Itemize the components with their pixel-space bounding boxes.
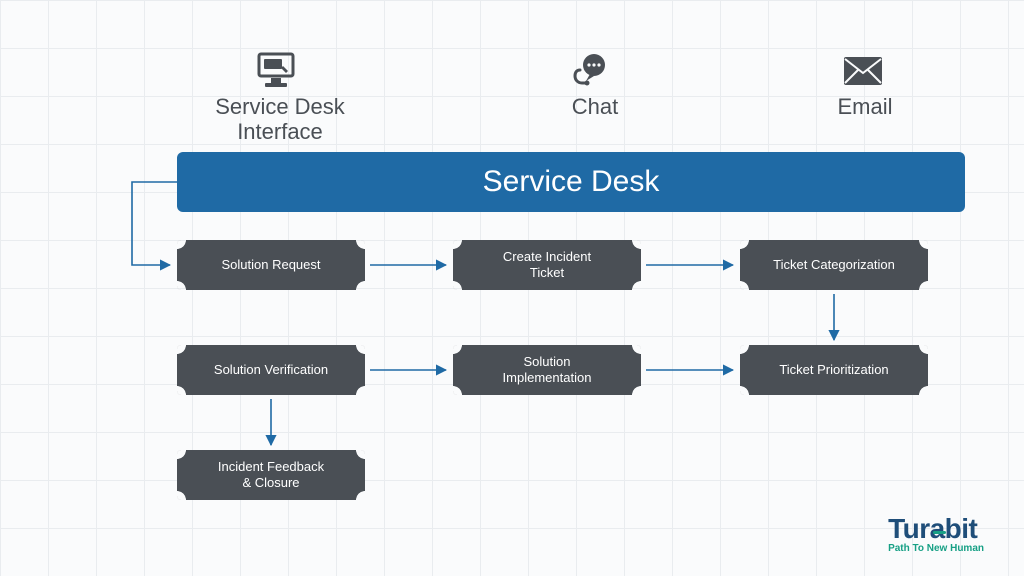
service-desk-hero-label: Service Desk [483,165,660,199]
brand-name: Turabit [888,513,984,545]
step-ticket-categorization: Ticket Categorization [740,240,928,290]
brand-logo: Turabit Path To New Human [888,513,984,554]
service-desk-hero: Service Desk [177,152,965,212]
step-solution-verification: Solution Verification [177,345,365,395]
envelope-icon [843,56,883,91]
brand-tagline: Path To New Human [888,543,984,554]
step-solution-request: Solution Request [177,240,365,290]
step-ticket-prioritization: Ticket Prioritization [740,345,928,395]
computer-icon [255,52,297,95]
step-create-incident-ticket: Create Incident Ticket [453,240,641,290]
step-incident-feedback-closure: Incident Feedback & Closure [177,450,365,500]
channel-label-email: Email [800,94,930,119]
channel-label-chat: Chat [520,94,670,119]
channel-label-service-desk-interface: Service Desk Interface [180,94,380,145]
headset-chat-icon [572,52,614,95]
step-solution-implementation: Solution Implementation [453,345,641,395]
